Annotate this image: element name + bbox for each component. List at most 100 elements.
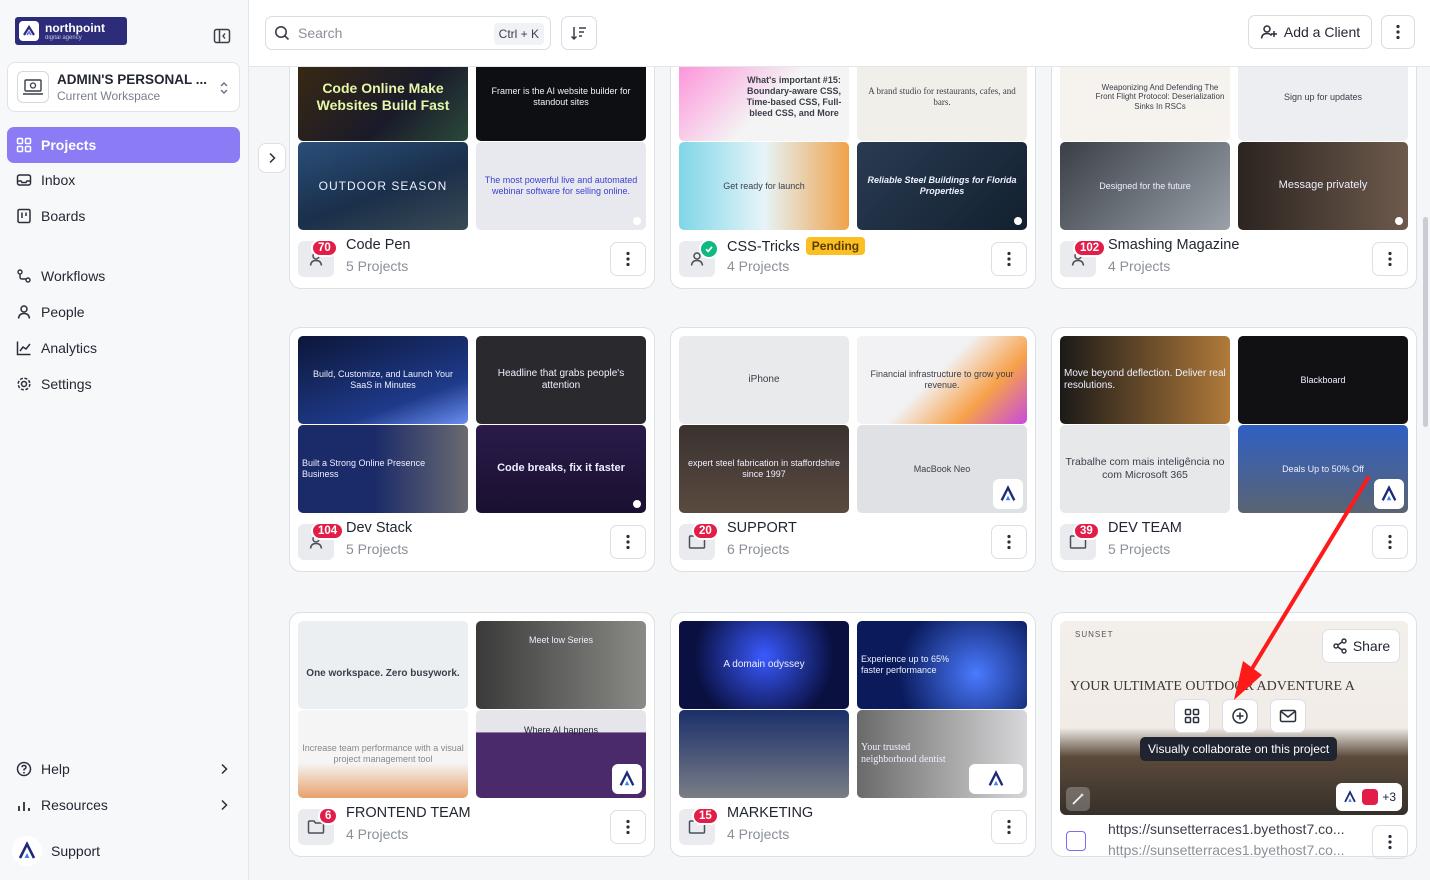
kebab-icon bbox=[626, 251, 630, 267]
project-thumbnail[interactable]: MacBook Neo bbox=[857, 425, 1027, 513]
kebab-icon bbox=[1396, 24, 1400, 40]
project-count: 5 Projects bbox=[346, 258, 409, 274]
search-input[interactable] bbox=[298, 25, 488, 41]
client-name[interactable]: Smashing Magazine bbox=[1108, 237, 1239, 253]
client-card-smashing-magazine[interactable]: Weaponizing And Defending The Front Flig… bbox=[1051, 67, 1417, 289]
client-name[interactable]: FRONTEND TEAM bbox=[346, 805, 471, 821]
project-thumbnail[interactable]: Built a Strong Online Presence Business bbox=[298, 425, 468, 513]
card-menu-button[interactable] bbox=[991, 242, 1027, 276]
share-button[interactable]: Share bbox=[1322, 629, 1400, 663]
select-checkbox[interactable] bbox=[1066, 831, 1086, 851]
project-thumbnail[interactable]: Designed for the future bbox=[1060, 142, 1230, 230]
brand-tagline: digital agency bbox=[45, 34, 82, 41]
magic-wand-icon[interactable] bbox=[1066, 787, 1090, 811]
project-thumbnail[interactable]: A domain odyssey bbox=[679, 621, 849, 709]
main-scrollbar[interactable] bbox=[1423, 217, 1428, 427]
project-thumbnail[interactable]: Message privately bbox=[1238, 142, 1408, 230]
project-thumbnail[interactable]: Trabalhe com mais inteligência no com Mi… bbox=[1060, 425, 1230, 513]
card-menu-button[interactable] bbox=[1372, 825, 1408, 859]
project-thumbnail[interactable]: One workspace. Zero busywork. bbox=[298, 621, 468, 709]
support-link[interactable]: Support bbox=[12, 836, 100, 866]
client-name[interactable]: DEV TEAM bbox=[1108, 520, 1182, 536]
sidebar-item-resources[interactable]: Resources bbox=[7, 787, 240, 823]
expand-panel-button[interactable] bbox=[258, 143, 286, 173]
notification-count-badge: 39 bbox=[1073, 522, 1100, 540]
project-thumbnail[interactable]: Where AI happens bbox=[476, 710, 646, 798]
project-thumbnail[interactable]: Weaponizing And Defending The Front Flig… bbox=[1060, 67, 1230, 141]
project-count: 4 Projects bbox=[727, 258, 790, 274]
client-name[interactable]: SUPPORT bbox=[727, 520, 797, 536]
topbar: Ctrl + K Add a Client bbox=[249, 0, 1430, 67]
workspace-switcher[interactable]: ADMIN'S PERSONAL ... Current Workspace bbox=[7, 62, 240, 112]
project-thumbnail[interactable]: Code breaks, fix it faster bbox=[476, 425, 646, 513]
client-name[interactable]: Code Pen bbox=[346, 237, 411, 253]
client-name[interactable]: CSS-Tricks Pending bbox=[727, 237, 866, 255]
card-menu-button[interactable] bbox=[1372, 242, 1408, 276]
sidebar-item-boards[interactable]: Boards bbox=[7, 198, 240, 234]
project-url[interactable]: https://sunsetterraces1.byethost7.co... bbox=[1108, 821, 1358, 837]
project-thumbnail[interactable]: Framer is the AI website builder for sta… bbox=[476, 67, 646, 141]
sort-button[interactable] bbox=[561, 16, 597, 50]
card-menu-button[interactable] bbox=[991, 525, 1027, 559]
sidebar-item-inbox[interactable]: Inbox bbox=[7, 162, 240, 198]
card-menu-button[interactable] bbox=[1372, 525, 1408, 559]
add-client-button[interactable]: Add a Client bbox=[1248, 15, 1372, 49]
card-menu-button[interactable] bbox=[610, 525, 646, 559]
sidebar-item-help[interactable]: Help bbox=[7, 751, 240, 787]
sidebar-item-label: Help bbox=[41, 761, 70, 777]
board-view-button[interactable] bbox=[1174, 699, 1210, 733]
client-card-code-pen[interactable]: Code Online Make Websites Build Fast Fra… bbox=[289, 67, 655, 289]
project-thumbnail[interactable]: OUTDOOR SEASON bbox=[298, 142, 468, 230]
grid-icon bbox=[16, 137, 32, 153]
notification-count-badge: 104 bbox=[311, 522, 345, 540]
project-thumbnail[interactable]: Move beyond deflection. Deliver real res… bbox=[1060, 336, 1230, 424]
project-thumbnail[interactable]: Deals Up to 50% Off bbox=[1238, 425, 1408, 513]
kebab-icon bbox=[1388, 834, 1392, 850]
project-preview[interactable]: SUNSET YOUR ULTIMATE OUTDOOR ADVENTURE A… bbox=[1060, 621, 1408, 815]
project-thumbnail[interactable]: iPhone bbox=[679, 336, 849, 424]
sidebar-item-analytics[interactable]: Analytics bbox=[7, 330, 240, 366]
project-thumbnail[interactable]: Meet low Series bbox=[476, 621, 646, 709]
client-card-support[interactable]: iPhone Financial infrastructure to grow … bbox=[670, 327, 1036, 572]
collaborate-button[interactable] bbox=[1222, 699, 1258, 733]
project-thumbnail[interactable]: Sign up for updates bbox=[1238, 67, 1408, 141]
project-thumbnail[interactable]: Reliable Steel Buildings for Florida Pro… bbox=[857, 142, 1027, 230]
client-name[interactable]: Dev Stack bbox=[346, 520, 412, 536]
client-card-marketing[interactable]: A domain odyssey Experience up to 65% fa… bbox=[670, 612, 1036, 857]
project-thumbnail[interactable]: Your trusted neighborhood dentist bbox=[857, 710, 1027, 798]
card-menu-button[interactable] bbox=[610, 810, 646, 844]
email-button[interactable] bbox=[1270, 699, 1306, 733]
project-thumbnail[interactable]: Financial infrastructure to grow your re… bbox=[857, 336, 1027, 424]
client-name[interactable]: MARKETING bbox=[727, 805, 813, 821]
client-avatar: 104 bbox=[298, 522, 345, 560]
project-thumbnail[interactable]: Headline that grabs people's attention bbox=[476, 336, 646, 424]
project-thumbnail[interactable]: Blackboard bbox=[1238, 336, 1408, 424]
client-card-dev-team[interactable]: Move beyond deflection. Deliver real res… bbox=[1051, 327, 1417, 572]
project-thumbnail[interactable]: The most powerful live and automated web… bbox=[476, 142, 646, 230]
project-thumbnail[interactable]: What's important #15: Boundary-aware CSS… bbox=[679, 67, 849, 141]
sidebar-item-settings[interactable]: Settings bbox=[7, 366, 240, 402]
project-thumbnail[interactable]: Code Online Make Websites Build Fast bbox=[298, 67, 468, 141]
search-box[interactable]: Ctrl + K bbox=[265, 16, 551, 50]
project-thumbnail[interactable] bbox=[679, 710, 849, 798]
sidebar-item-people[interactable]: People bbox=[7, 294, 240, 330]
project-card-sunset[interactable]: SUNSET YOUR ULTIMATE OUTDOOR ADVENTURE A… bbox=[1051, 612, 1417, 859]
more-options-button[interactable] bbox=[1381, 15, 1415, 49]
sidebar-item-label: Projects bbox=[41, 137, 97, 153]
card-menu-button[interactable] bbox=[991, 810, 1027, 844]
sidebar-item-projects[interactable]: Projects bbox=[7, 127, 240, 163]
project-thumbnail[interactable]: Increase team performance with a visual … bbox=[298, 710, 468, 798]
project-thumbnail[interactable]: Get ready for launch bbox=[679, 142, 849, 230]
client-card-dev-stack[interactable]: Build, Customize, and Launch Your SaaS i… bbox=[289, 327, 655, 572]
client-card-frontend-team[interactable]: One workspace. Zero busywork. Meet low S… bbox=[289, 612, 655, 857]
brand-logo[interactable]: northpoint digital agency bbox=[15, 17, 127, 45]
project-thumbnail[interactable]: expert steel fabrication in staffordshir… bbox=[679, 425, 849, 513]
sidebar-item-workflows[interactable]: Workflows bbox=[7, 258, 240, 294]
project-thumbnail[interactable]: A brand studio for restaurants, cafes, a… bbox=[857, 67, 1027, 141]
collapse-sidebar-icon[interactable] bbox=[213, 28, 231, 44]
client-card-css-tricks[interactable]: What's important #15: Boundary-aware CSS… bbox=[670, 67, 1036, 289]
card-menu-button[interactable] bbox=[610, 242, 646, 276]
collaborators[interactable]: +3 bbox=[1336, 783, 1402, 811]
project-thumbnail[interactable]: Build, Customize, and Launch Your SaaS i… bbox=[298, 336, 468, 424]
project-thumbnail[interactable]: Experience up to 65% faster performance bbox=[857, 621, 1027, 709]
